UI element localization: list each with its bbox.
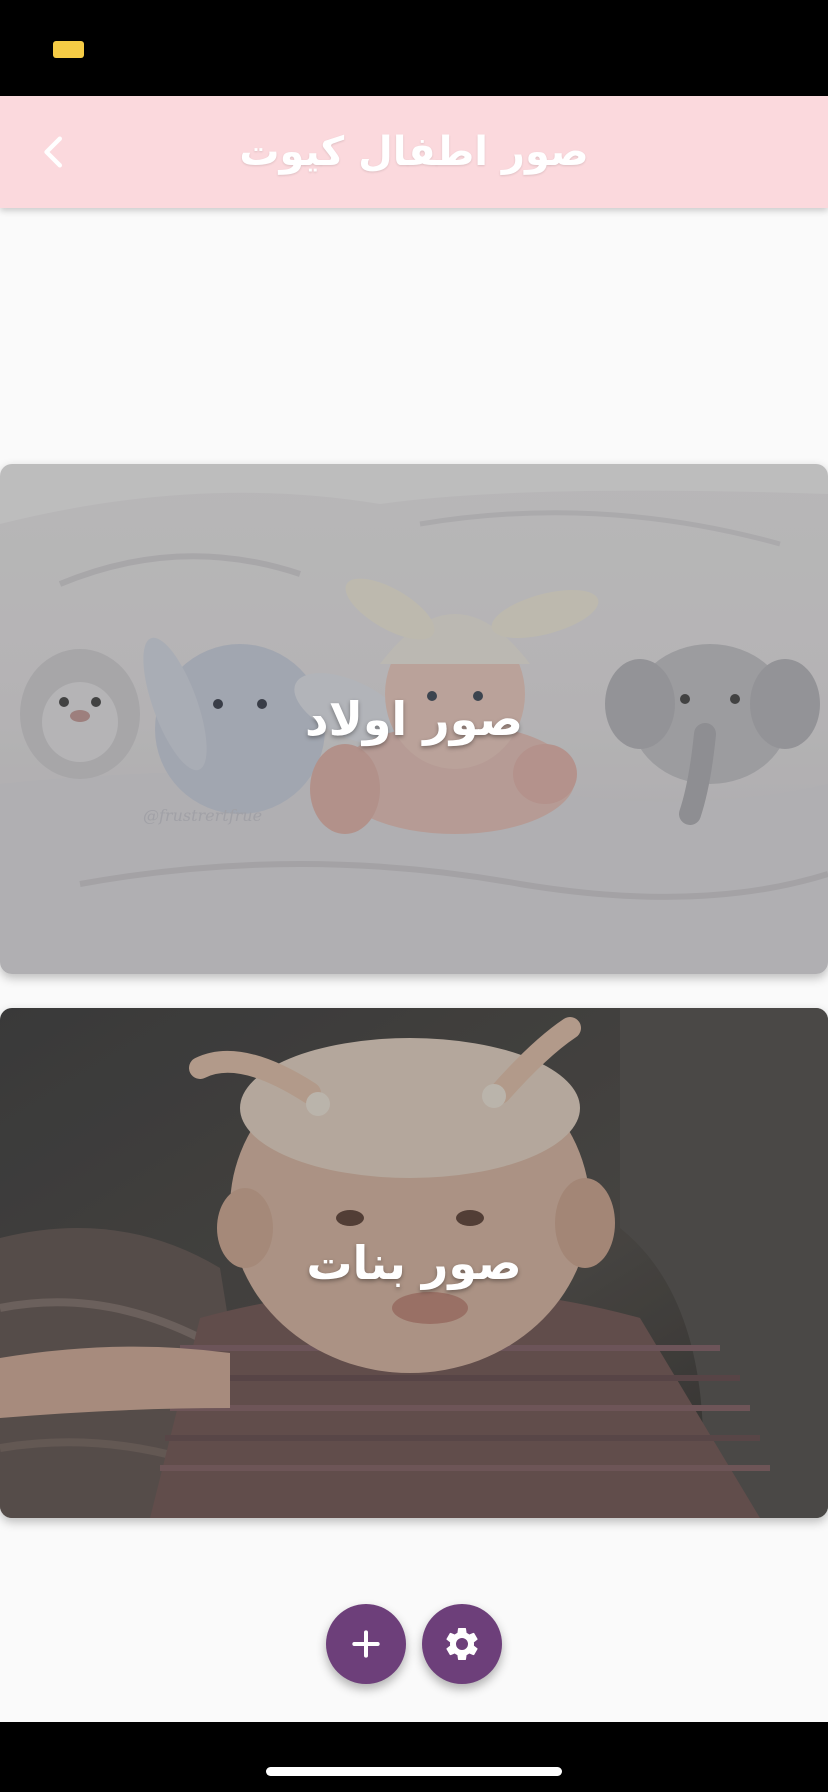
settings-button[interactable] [422, 1604, 502, 1684]
status-bar [0, 0, 828, 96]
category-label-girls: صور بنات [306, 1236, 522, 1290]
gear-icon [446, 1628, 478, 1660]
home-indicator[interactable] [266, 1767, 562, 1776]
category-card-girls[interactable]: صور بنات [0, 1008, 828, 1518]
add-button[interactable] [326, 1604, 406, 1684]
app-title: صور اطفال كيوت [239, 129, 589, 175]
category-label-boys: صور اولاد [304, 692, 523, 746]
app-bar: صور اطفال كيوت [0, 96, 828, 208]
plus-icon [352, 1630, 380, 1658]
battery-icon [53, 41, 84, 58]
system-nav-bar [0, 1722, 828, 1792]
chevron-left-icon [44, 136, 62, 168]
category-card-boys[interactable]: @frustrertfrue صور اولاد [0, 464, 828, 974]
back-button[interactable] [22, 120, 86, 184]
